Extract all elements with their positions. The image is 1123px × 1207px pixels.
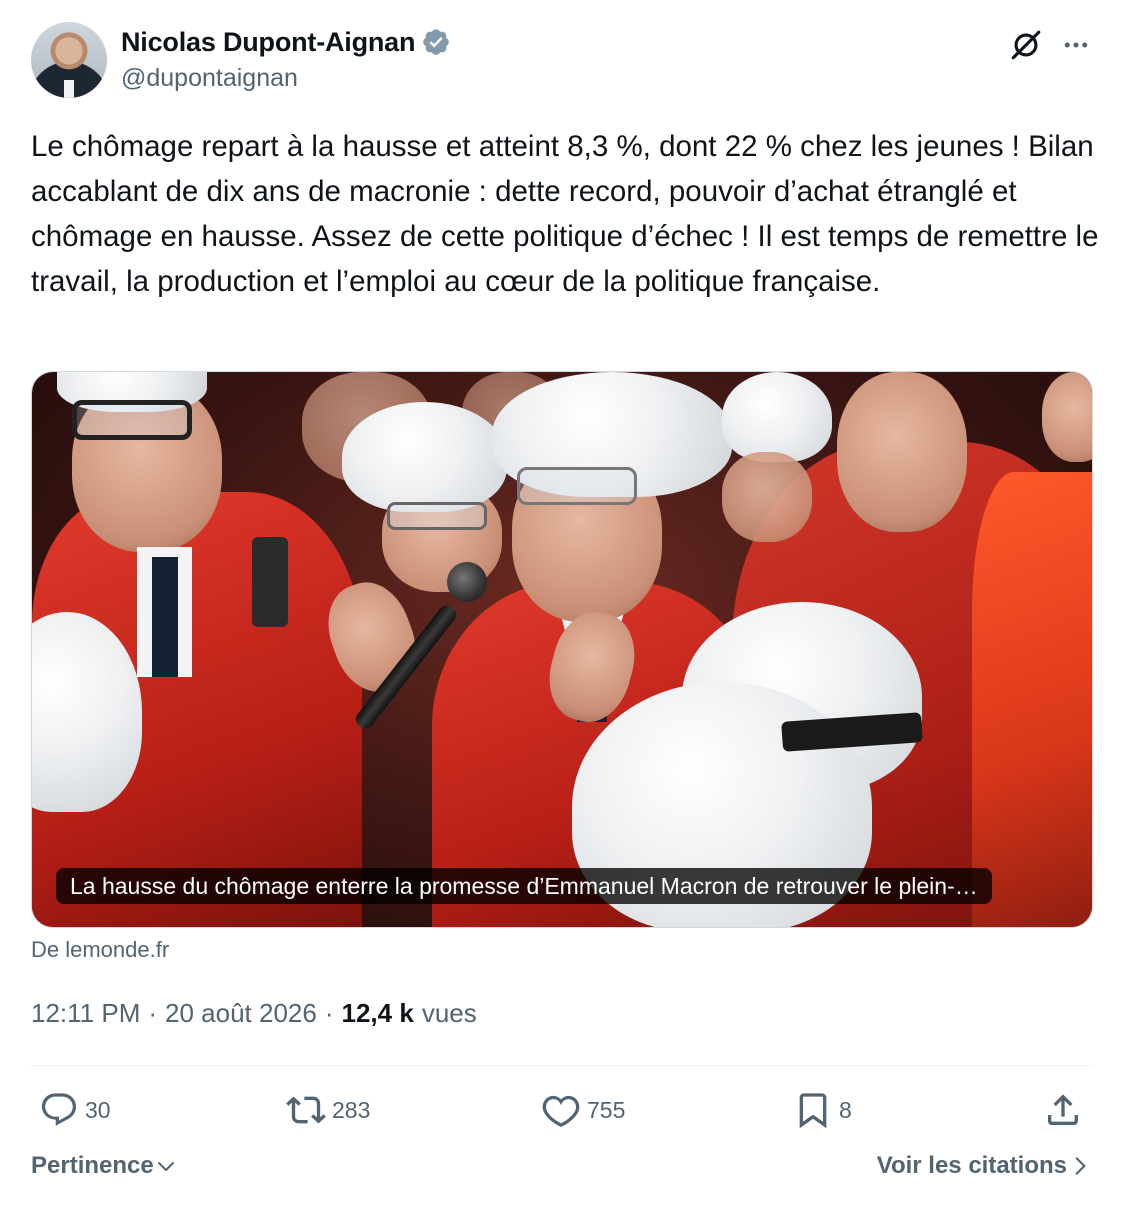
bookmark-icon <box>799 1093 827 1129</box>
display-name[interactable]: Nicolas Dupont-Aignan <box>121 27 415 58</box>
sort-dropdown[interactable]: Pertinence <box>31 1152 178 1180</box>
bookmark-button[interactable]: 8 <box>793 1086 852 1134</box>
card-caption: La hausse du chômage enterre la promesse… <box>56 868 992 904</box>
grok-button[interactable] <box>1007 26 1045 64</box>
more-icon <box>1064 42 1088 48</box>
view-quotes-link[interactable]: Voir les citations <box>877 1152 1093 1180</box>
like-count: 755 <box>587 1096 626 1123</box>
tweet-meta: 12:11 PM · 20 août 2026 · 12,4 k vues <box>31 998 477 1029</box>
avatar[interactable] <box>31 22 107 98</box>
tweet-text: Le chômage repart à la hausse et atteint… <box>31 130 1107 298</box>
repost-icon <box>286 1096 326 1124</box>
card-photo <box>32 372 1092 927</box>
tweet-date[interactable]: 20 août 2026 <box>165 998 317 1029</box>
tweet-time[interactable]: 12:11 PM <box>31 998 140 1029</box>
share-button[interactable] <box>1043 1086 1083 1134</box>
author-names: Nicolas Dupont-Aignan @dupontaignan <box>121 24 451 93</box>
replies-footer: Pertinence Voir les citations <box>31 1152 1093 1188</box>
meta-separator: · <box>324 998 334 1028</box>
views-count: 12,4 k <box>341 998 414 1028</box>
reply-count: 30 <box>85 1096 111 1123</box>
repost-button[interactable]: 283 <box>286 1086 370 1134</box>
card-source[interactable]: De lemonde.fr <box>31 937 169 963</box>
action-bar: 30 283 755 8 <box>31 1086 1093 1134</box>
repost-count: 283 <box>332 1096 371 1123</box>
chevron-right-icon <box>1075 1157 1086 1175</box>
verified-badge-icon[interactable] <box>421 27 451 57</box>
grok-icon <box>1011 30 1041 60</box>
heart-icon <box>542 1095 580 1127</box>
share-icon <box>1048 1094 1078 1125</box>
views-label: vues <box>421 998 477 1028</box>
meta-separator: · <box>148 998 158 1028</box>
reply-button[interactable]: 30 <box>39 1086 111 1134</box>
bookmark-count: 8 <box>839 1096 852 1123</box>
more-button[interactable] <box>1059 26 1093 64</box>
link-card[interactable]: La hausse du chômage enterre la promesse… <box>31 371 1093 928</box>
sort-label: Pertinence <box>31 1152 154 1179</box>
like-button[interactable]: 755 <box>541 1086 625 1134</box>
reply-icon <box>41 1093 77 1126</box>
tweet-header: Nicolas Dupont-Aignan @dupontaignan <box>31 22 1093 100</box>
chevron-down-icon <box>157 1162 174 1171</box>
quotes-label: Voir les citations <box>876 1152 1067 1179</box>
divider <box>31 1065 1093 1066</box>
handle[interactable]: @dupontaignan <box>121 64 451 93</box>
display-name-row: Nicolas Dupont-Aignan <box>121 24 451 60</box>
